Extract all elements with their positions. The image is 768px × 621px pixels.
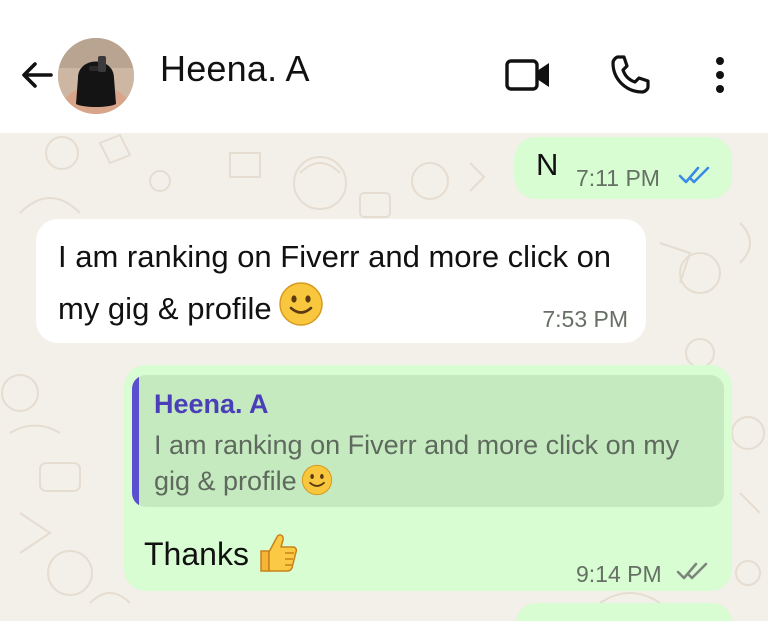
message-text-body: Thanks	[144, 536, 249, 572]
quote-bar	[132, 375, 139, 507]
slightly-smiling-face-icon	[278, 281, 324, 341]
quoted-text-body: I am ranking on Fiverr and more click on…	[154, 430, 680, 496]
quoted-text: I am ranking on Fiverr and more click on…	[154, 427, 714, 505]
message-time: 7:53 PM	[542, 306, 628, 332]
video-call-icon[interactable]	[500, 52, 556, 98]
message-outgoing[interactable]: N 7:11 PM	[514, 137, 732, 199]
slightly-smiling-face-icon	[301, 464, 333, 505]
back-arrow-icon[interactable]	[14, 52, 60, 98]
read-ticks-icon	[678, 163, 714, 192]
message-incoming[interactable]: I am ranking on Fiverr and more click on…	[36, 219, 646, 343]
thumbs-up-icon	[255, 531, 299, 583]
chat-area[interactable]: N 7:11 PM I am ranking on Fiverr and mor…	[0, 133, 768, 621]
message-outgoing-reply[interactable]: Heena. A I am ranking on Fiverr and more…	[124, 365, 732, 591]
avatar[interactable]	[58, 38, 134, 114]
more-options-icon[interactable]	[700, 50, 740, 100]
message-text: Thanks	[144, 531, 299, 583]
message-time: 7:11 PM	[576, 165, 660, 191]
voice-call-icon[interactable]	[604, 50, 656, 100]
message-text-body: I am ranking on Fiverr and more click on…	[58, 239, 612, 326]
message-text: N	[536, 147, 559, 182]
message-outgoing-partial[interactable]	[516, 603, 732, 621]
message-time: 9:14 PM	[576, 561, 662, 587]
quoted-message[interactable]: Heena. A I am ranking on Fiverr and more…	[132, 375, 724, 507]
chat-header: Heena. A	[0, 0, 768, 133]
delivered-ticks-icon	[676, 559, 712, 588]
quoted-sender: Heena. A	[154, 389, 269, 419]
contact-name[interactable]: Heena. A	[160, 48, 310, 90]
